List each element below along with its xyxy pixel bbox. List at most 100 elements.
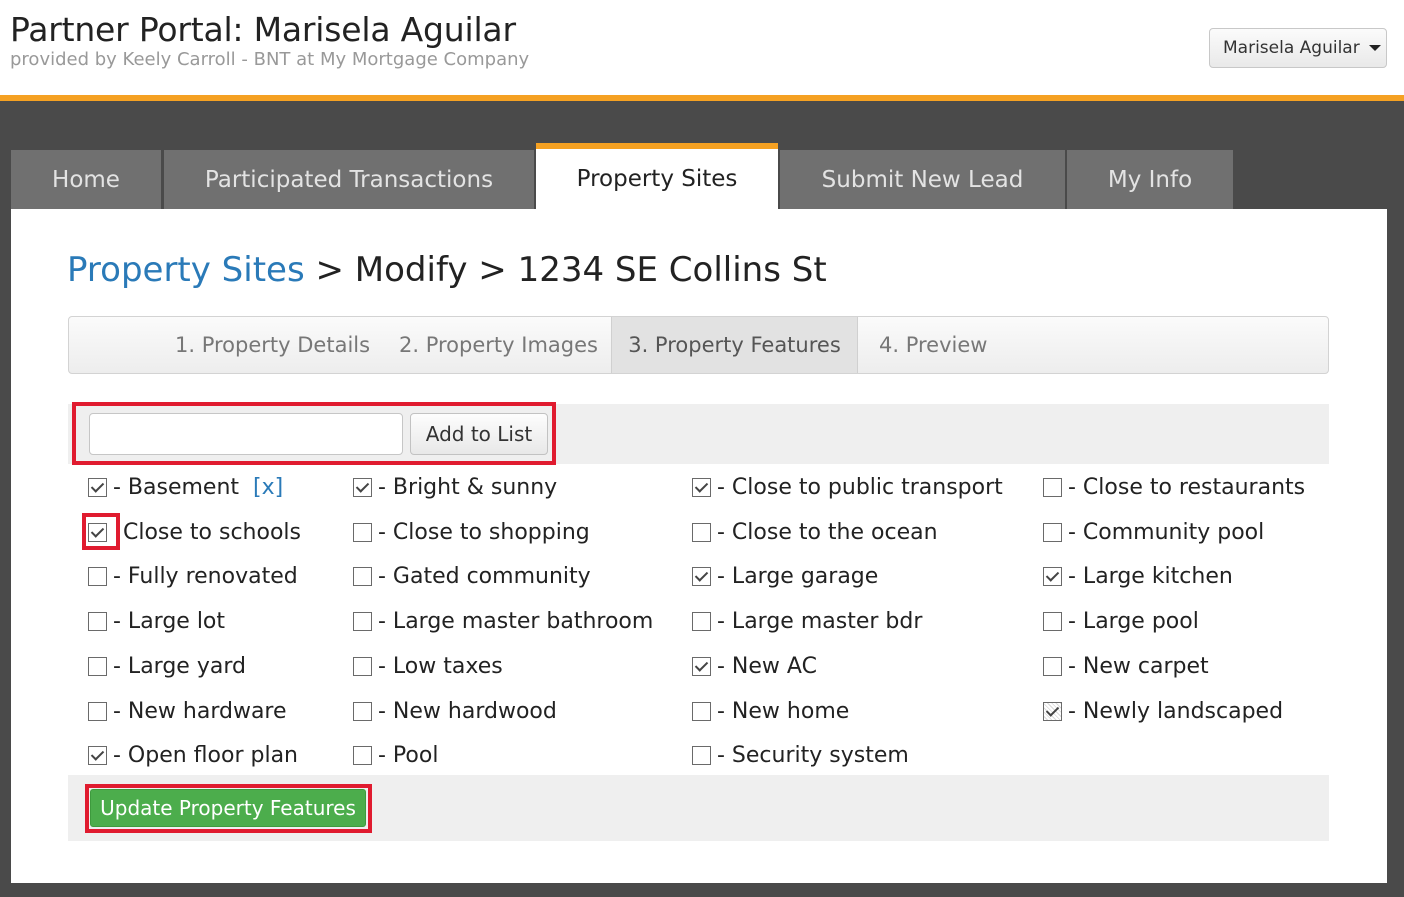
step-property-features[interactable]: 3. Property Features bbox=[611, 317, 858, 373]
feature-label: - Large pool bbox=[1068, 608, 1199, 634]
feature-checkbox[interactable] bbox=[353, 611, 372, 631]
feature-checkbox[interactable] bbox=[353, 522, 372, 542]
tab-my-info[interactable]: My Info bbox=[1067, 150, 1233, 209]
tab-home[interactable]: Home bbox=[11, 150, 161, 209]
feature-label: - Open floor plan bbox=[113, 742, 299, 768]
user-menu-button[interactable]: Marisela Aguilar bbox=[1209, 28, 1387, 68]
portal-title: Partner Portal: Marisela Aguilar bbox=[10, 10, 516, 49]
feature-checkbox[interactable] bbox=[88, 701, 107, 721]
feature-label: - Gated community bbox=[378, 563, 591, 589]
header: Partner Portal: Marisela Aguilar provide… bbox=[0, 0, 1404, 95]
tab-property-sites[interactable]: Property Sites bbox=[536, 143, 778, 209]
remove-feature-link[interactable]: [x] bbox=[253, 475, 283, 500]
feature-checkbox[interactable] bbox=[692, 477, 711, 497]
feature-item: - Security system bbox=[692, 740, 909, 770]
feature-label: - Large garage bbox=[717, 563, 879, 589]
feature-checkbox[interactable] bbox=[1043, 701, 1062, 721]
tab-label: Submit New Lead bbox=[821, 166, 1024, 193]
step-property-images[interactable]: 2. Property Images bbox=[399, 317, 598, 373]
feature-checkbox[interactable] bbox=[353, 477, 372, 497]
feature-checkbox[interactable] bbox=[88, 611, 107, 631]
feature-checkbox[interactable] bbox=[353, 656, 372, 676]
portal-subtitle: provided by Keely Carroll - BNT at My Mo… bbox=[10, 49, 530, 70]
feature-item: - Low taxes bbox=[353, 651, 503, 681]
breadcrumb-separator: > bbox=[478, 250, 507, 290]
feature-label: - Pool bbox=[378, 742, 439, 768]
feature-item: - New hardwood bbox=[353, 696, 557, 726]
tab-label: Property Sites bbox=[576, 166, 738, 192]
feature-label: - Basement bbox=[113, 474, 240, 500]
feature-item: - Pool bbox=[353, 740, 438, 770]
feature-checkbox[interactable] bbox=[692, 611, 711, 631]
feature-checkbox[interactable] bbox=[353, 701, 372, 721]
breadcrumb-modify: Modify bbox=[354, 250, 468, 290]
feature-label: Close to schools bbox=[123, 519, 301, 545]
feature-label: - Close to restaurants bbox=[1068, 474, 1306, 500]
breadcrumb-property-sites-link[interactable]: Property Sites bbox=[67, 250, 305, 290]
feature-checkbox[interactable] bbox=[1043, 611, 1062, 631]
tab-submit-new-lead[interactable]: Submit New Lead bbox=[780, 150, 1065, 209]
feature-item: - Fully renovated bbox=[88, 561, 298, 591]
feature-checkbox[interactable] bbox=[692, 745, 711, 765]
feature-label: - Close to public transport bbox=[717, 474, 1003, 500]
feature-checkbox[interactable] bbox=[88, 566, 107, 586]
feature-item: - New carpet bbox=[1043, 651, 1209, 681]
feature-label: - Bright & sunny bbox=[378, 474, 558, 500]
highlight-box bbox=[85, 784, 372, 833]
tab-label: Home bbox=[52, 166, 120, 193]
feature-label: - Security system bbox=[717, 742, 909, 768]
feature-checkbox[interactable] bbox=[88, 745, 107, 765]
feature-item: - Open floor plan bbox=[88, 740, 298, 770]
feature-label: - Large master bathroom bbox=[378, 608, 654, 634]
feature-item: - Gated community bbox=[353, 561, 591, 591]
feature-label: - Close to shopping bbox=[378, 519, 590, 545]
feature-item: - New home bbox=[692, 696, 849, 726]
feature-checkbox[interactable] bbox=[88, 656, 107, 676]
feature-label: - Newly landscaped bbox=[1068, 698, 1284, 724]
feature-item: - Close to public transport bbox=[692, 472, 1003, 502]
feature-item: - Basement [x] bbox=[88, 472, 283, 502]
feature-label: - Large lot bbox=[113, 608, 226, 634]
feature-item: - Large master bathroom bbox=[353, 606, 653, 636]
feature-checkbox[interactable] bbox=[692, 522, 711, 542]
caret-down-icon bbox=[1368, 45, 1381, 51]
feature-checkbox[interactable] bbox=[1043, 522, 1062, 542]
feature-label: - New home bbox=[717, 698, 850, 724]
feature-label: - Large master bdr bbox=[717, 608, 923, 634]
tab-participated-transactions[interactable]: Participated Transactions bbox=[164, 150, 534, 209]
breadcrumb-separator: > bbox=[315, 250, 344, 290]
step-property-details[interactable]: 1. Property Details bbox=[175, 317, 370, 373]
user-menu-label: Marisela Aguilar bbox=[1223, 38, 1360, 58]
feature-item: - Close to the ocean bbox=[692, 517, 938, 547]
wizard-steps: 1. Property Details 2. Property Images 3… bbox=[68, 316, 1329, 374]
feature-item: - Newly landscaped bbox=[1043, 696, 1283, 726]
feature-item: - Close to restaurants bbox=[1043, 472, 1305, 502]
highlight-box bbox=[82, 513, 120, 550]
feature-item: - Large lot bbox=[88, 606, 225, 636]
feature-checkbox[interactable] bbox=[1043, 656, 1062, 676]
feature-item: - Large master bdr bbox=[692, 606, 922, 636]
feature-checkbox[interactable] bbox=[353, 566, 372, 586]
feature-checkbox[interactable] bbox=[692, 701, 711, 721]
feature-checkbox[interactable] bbox=[1043, 477, 1062, 497]
feature-label: - New carpet bbox=[1068, 653, 1209, 679]
feature-checkbox[interactable] bbox=[692, 566, 711, 586]
step-preview[interactable]: 4. Preview bbox=[879, 317, 987, 373]
feature-checkbox[interactable] bbox=[88, 477, 107, 497]
feature-label: - New hardwood bbox=[378, 698, 557, 724]
feature-item: - Close to shopping bbox=[353, 517, 590, 547]
tab-label: Participated Transactions bbox=[204, 166, 494, 193]
feature-label: - New hardware bbox=[113, 698, 287, 724]
feature-item: - Large pool bbox=[1043, 606, 1199, 636]
feature-checkbox[interactable] bbox=[353, 745, 372, 765]
feature-item: - New AC bbox=[692, 651, 817, 681]
feature-item: - Large yard bbox=[88, 651, 246, 681]
feature-label: - Community pool bbox=[1068, 519, 1265, 545]
feature-item: - Large garage bbox=[692, 561, 878, 591]
feature-label: - Large yard bbox=[113, 653, 246, 679]
highlight-box bbox=[72, 402, 556, 465]
feature-item: - Community pool bbox=[1043, 517, 1264, 547]
feature-checkbox[interactable] bbox=[1043, 566, 1062, 586]
feature-label: - Close to the ocean bbox=[717, 519, 938, 545]
feature-checkbox[interactable] bbox=[692, 656, 711, 676]
